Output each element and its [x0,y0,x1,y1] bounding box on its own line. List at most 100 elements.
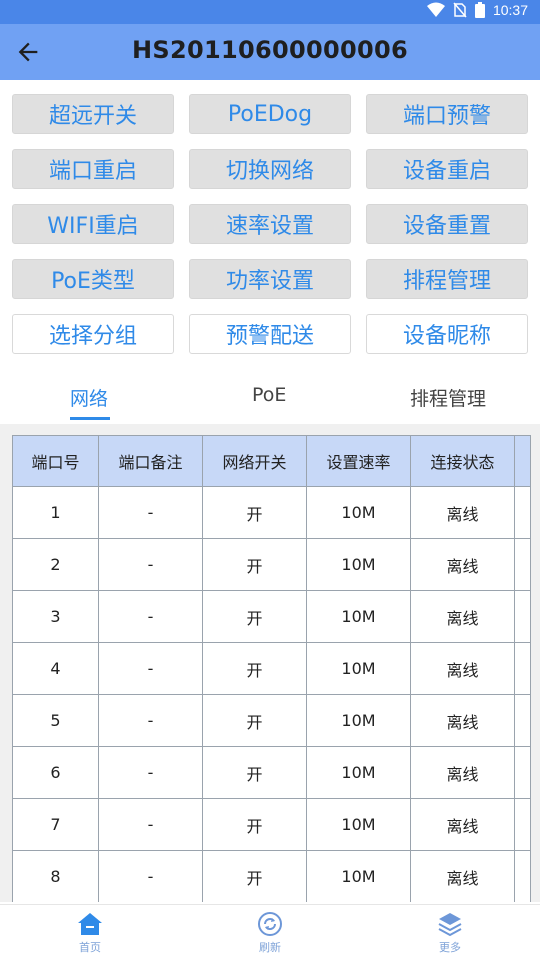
cell-port-number: 8 [12,850,99,902]
cell-more [514,798,531,851]
cell-port-number: 7 [12,798,99,851]
cell-set-rate: 10M [306,694,411,747]
device-nickname-button[interactable]: 设备昵称 [366,314,528,354]
port-restart-button[interactable]: 端口重启 [12,149,174,189]
cell-network-switch: 开 [202,694,307,747]
table-row[interactable]: 6 - 开 10M 离线 [12,746,531,799]
table-row[interactable]: 5 - 开 10M 离线 [12,694,531,747]
cell-more [514,694,531,747]
ultra-long-range-switch-button[interactable]: 超远开关 [12,94,174,134]
status-bar: 10:37 [0,0,540,24]
cell-set-rate: 10M [306,850,411,902]
cell-port-remark: - [98,850,203,902]
table-row[interactable]: 7 - 开 10M 离线 [12,798,531,851]
switch-network-button[interactable]: 切换网络 [189,149,351,189]
cell-network-switch: 开 [202,590,307,643]
cell-port-remark: - [98,486,203,539]
cell-more [514,538,531,591]
cell-connection-status: 离线 [410,538,515,591]
cell-connection-status: 离线 [410,642,515,695]
cell-set-rate: 10M [306,486,411,539]
tab-bar: 网络 PoE 排程管理 [0,368,540,424]
page-title: HS20110600000006 [132,36,408,64]
header-more-column [514,435,531,487]
cell-network-switch: 开 [202,798,307,851]
cell-set-rate: 10M [306,642,411,695]
tab-schedule[interactable]: 排程管理 [410,384,486,411]
rate-settings-button[interactable]: 速率设置 [189,204,351,244]
cell-port-remark: - [98,746,203,799]
header-connection-status: 连接状态 [410,435,515,487]
table-header-row: 端口号 端口备注 网络开关 设置速率 连接状态 [12,435,531,487]
no-sim-icon [453,2,467,18]
app-bar: HS20110600000006 [0,24,540,80]
tab-poe[interactable]: PoE [252,384,286,406]
cell-network-switch: 开 [202,486,307,539]
cell-set-rate: 10M [306,590,411,643]
action-button-grid: 超远开关 PoEDog 端口预警 端口重启 切换网络 设备重启 WIFI重启 速… [12,94,528,354]
wifi-restart-button[interactable]: WIFI重启 [12,204,174,244]
table-row[interactable]: 1 - 开 10M 离线 [12,486,531,539]
cell-connection-status: 离线 [410,850,515,902]
port-alert-button[interactable]: 端口预警 [366,94,528,134]
device-reset-button[interactable]: 设备重置 [366,204,528,244]
cell-set-rate: 10M [306,746,411,799]
cell-port-number: 3 [12,590,99,643]
cell-more [514,642,531,695]
cell-set-rate: 10M [306,538,411,591]
power-settings-button[interactable]: 功率设置 [189,259,351,299]
port-table-container[interactable]: 端口号 端口备注 网络开关 设置速率 连接状态 1 - 开 10M 离线 2 -… [0,424,540,902]
table-row[interactable]: 2 - 开 10M 离线 [12,538,531,591]
status-time: 10:37 [492,2,528,18]
header-port-number: 端口号 [12,435,99,487]
cell-port-remark: - [98,694,203,747]
cell-network-switch: 开 [202,746,307,799]
battery-icon [474,2,485,18]
cell-port-remark: - [98,642,203,695]
cell-connection-status: 离线 [410,486,515,539]
cell-connection-status: 离线 [410,798,515,851]
nav-refresh[interactable]: 刷新 [230,911,310,955]
cell-more [514,746,531,799]
bottom-navigation: 首页 刷新 更多 [0,904,540,961]
table-row[interactable]: 3 - 开 10M 离线 [12,590,531,643]
cell-port-number: 2 [12,538,99,591]
nav-more-label: 更多 [439,941,461,954]
nav-more[interactable]: 更多 [410,911,490,955]
table-row[interactable]: 4 - 开 10M 离线 [12,642,531,695]
cell-port-number: 5 [12,694,99,747]
tab-network[interactable]: 网络 [70,384,108,411]
header-set-rate: 设置速率 [306,435,411,487]
cell-port-remark: - [98,798,203,851]
cell-connection-status: 离线 [410,590,515,643]
cell-network-switch: 开 [202,642,307,695]
nav-home-label: 首页 [79,941,101,954]
active-tab-indicator [70,417,110,420]
alert-delivery-button[interactable]: 预警配送 [189,314,351,354]
cell-connection-status: 离线 [410,694,515,747]
cell-more [514,850,531,902]
header-port-remark: 端口备注 [98,435,203,487]
cell-network-switch: 开 [202,850,307,902]
cell-port-number: 4 [12,642,99,695]
cell-port-remark: - [98,538,203,591]
device-restart-button[interactable]: 设备重启 [366,149,528,189]
nav-home[interactable]: 首页 [50,911,130,955]
poedog-button[interactable]: PoEDog [189,94,351,134]
cell-more [514,590,531,643]
refresh-icon [258,912,282,936]
port-table: 端口号 端口备注 网络开关 设置速率 连接状态 1 - 开 10M 离线 2 -… [12,435,531,902]
select-group-button[interactable]: 选择分组 [12,314,174,354]
cell-port-remark: - [98,590,203,643]
schedule-management-button[interactable]: 排程管理 [366,259,528,299]
layers-icon [438,913,462,937]
cell-set-rate: 10M [306,798,411,851]
poe-type-button[interactable]: PoE类型 [12,259,174,299]
cell-port-number: 6 [12,746,99,799]
cell-network-switch: 开 [202,538,307,591]
cell-more [514,486,531,539]
table-row[interactable]: 8 - 开 10M 离线 [12,850,531,902]
home-icon [78,913,102,935]
wifi-icon [426,2,445,17]
status-icons: 10:37 [426,2,528,18]
